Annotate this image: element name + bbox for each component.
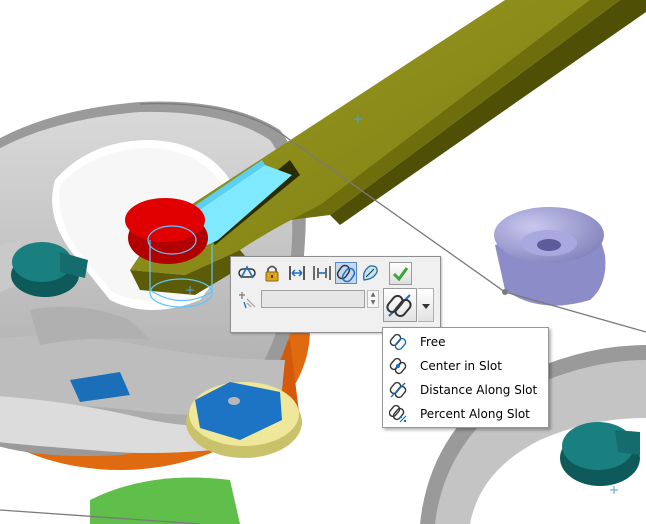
slot-free-icon [389,333,407,351]
menu-item-percent-along-slot[interactable]: Percent Along Slot [385,402,546,426]
width-icon [313,266,331,280]
slot-chain-icon [386,294,412,318]
slot-percent-icon [389,405,407,423]
lock-icon [265,265,279,282]
profile-center-icon [362,265,378,281]
distance-value-field[interactable] [261,290,365,308]
mate-popup-toolbar: ▲ ▼ [230,256,441,333]
width-mate-button[interactable] [311,262,333,284]
menu-item-distance-along-slot[interactable]: Distance Along Slot [385,378,546,402]
menu-item-free[interactable]: Free [385,330,546,354]
distance-icon [289,266,305,280]
spin-down-icon[interactable]: ▼ [368,299,378,307]
checkmark-icon [392,267,409,282]
slot-mode-button[interactable] [383,288,417,322]
purple-cylinder [494,207,606,306]
distance-mate-button[interactable] [286,262,308,284]
menu-item-center-in-slot[interactable]: Center in Slot [385,354,546,378]
slot-mate-button[interactable] [236,262,258,284]
slot-center-icon [389,357,407,375]
chevron-down-icon [422,304,430,309]
menu-item-label: Center in Slot [420,359,502,373]
slot-constraint-icon [336,264,356,283]
ok-button[interactable] [389,262,412,285]
slot-mate-icon [238,265,256,279]
menu-item-label: Free [420,335,446,349]
profile-center-button[interactable] [359,262,381,284]
value-spinner[interactable]: ▲ ▼ [367,290,379,308]
menu-item-label: Distance Along Slot [420,383,538,397]
slot-constraint-button[interactable] [335,262,357,284]
green-base [90,477,240,524]
menu-item-label: Percent Along Slot [420,407,530,421]
lock-mate-button[interactable] [261,262,283,284]
slot-distance-icon [389,381,407,399]
sketch-point [502,289,508,295]
slot-mode-dropdown-arrow[interactable] [418,288,434,322]
slot-mode-menu: Free Center in Slot Distance Along Slot … [382,327,549,428]
spin-up-icon[interactable]: ▲ [368,291,378,299]
reference-entity-icon [239,292,256,309]
